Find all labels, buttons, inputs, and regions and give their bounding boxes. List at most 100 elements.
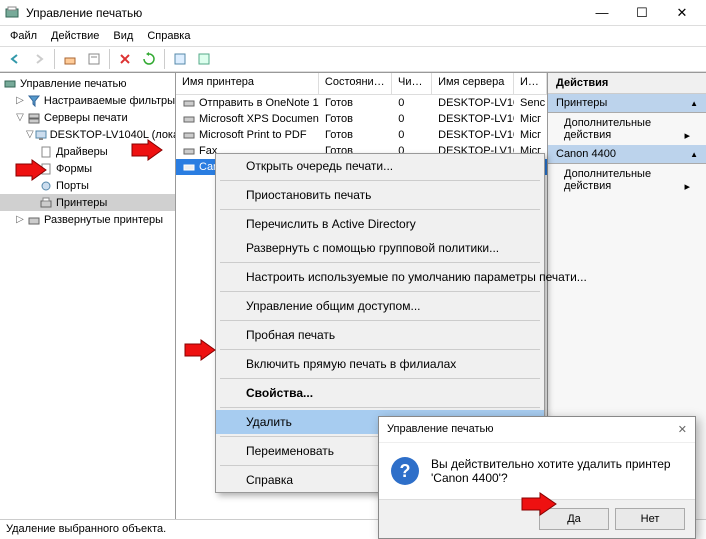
list-header: Имя принтера Состояние оч... Число ... И… (176, 73, 547, 95)
window-title: Управление печатью (26, 6, 582, 20)
tree-deployed-label: Развернутые принтеры (44, 214, 163, 226)
tree-root[interactable]: Управление печатью (0, 75, 175, 92)
expand-icon[interactable]: ▷ (14, 214, 26, 225)
menu-bar: Файл Действие Вид Справка (0, 26, 706, 46)
printer-name: Отправить в OneNote 16 (199, 97, 319, 109)
actions-group-printers[interactable]: Принтеры ▲ (548, 94, 706, 113)
title-bar: Управление печатью — ☐ ✕ (0, 0, 706, 26)
printer-name: Microsoft Print to PDF (199, 129, 307, 141)
printer-icon (182, 128, 196, 142)
actions-group-label: Принтеры (556, 97, 607, 109)
delete-button[interactable] (114, 48, 136, 70)
dialog-titlebar: Управление печатью ✕ (379, 417, 695, 443)
ctx-sharing[interactable]: Управление общим доступом... (216, 294, 544, 318)
printer-server: DESKTOP-LV10... (432, 129, 514, 141)
col-name[interactable]: Имя принтера (176, 73, 319, 94)
ctx-list-ad[interactable]: Перечислить в Active Directory (216, 212, 544, 236)
help-button[interactable] (193, 48, 215, 70)
table-row[interactable]: Отправить в OneNote 16 Готов 0 DESKTOP-L… (176, 95, 547, 111)
printer-drv: Micг (514, 129, 547, 141)
pointer-arrow-icon (14, 158, 50, 182)
question-icon: ? (391, 457, 419, 485)
actions-more[interactable]: Дополнительные действия ▸ (548, 113, 706, 145)
menu-file[interactable]: Файл (4, 28, 43, 44)
minimize-button[interactable]: — (582, 0, 622, 26)
printer-server: DESKTOP-LV10... (432, 97, 514, 109)
pointer-arrow-icon (130, 138, 166, 162)
ctx-defaults[interactable]: Настроить используемые по умолчанию пара… (216, 265, 544, 289)
table-row[interactable]: Microsoft XPS Document Writer Готов 0 DE… (176, 111, 547, 127)
actions-more-2[interactable]: Дополнительные действия ▸ (548, 164, 706, 196)
tree-filters-label: Настраиваемые фильтры (44, 95, 175, 107)
chevron-right-icon: ▸ (684, 180, 690, 193)
printer-icon (182, 96, 196, 110)
col-drv[interactable]: Им... (514, 73, 547, 94)
tree-root-label: Управление печатью (20, 78, 127, 90)
no-button[interactable]: Нет (615, 508, 685, 530)
col-state[interactable]: Состояние оч... (319, 73, 392, 94)
printers-icon (38, 195, 54, 211)
menu-help[interactable]: Справка (141, 28, 196, 44)
ctx-properties[interactable]: Свойства... (216, 381, 544, 405)
printer-mgmt-icon (2, 76, 18, 92)
computer-icon (34, 127, 48, 143)
list-view-button[interactable] (169, 48, 191, 70)
actions-more-label: Дополнительные действия (564, 117, 651, 141)
printer-state: Готов (319, 113, 392, 125)
printer-icon (182, 144, 196, 158)
collapse-icon[interactable]: ▽ (14, 112, 26, 123)
printer-name: Microsoft XPS Document Writer (199, 113, 319, 125)
tree-deployed[interactable]: ▷ Развернутые принтеры (0, 211, 175, 228)
deployed-icon (26, 212, 42, 228)
tree-forms-label: Формы (56, 163, 92, 175)
printer-drv: Micг (514, 113, 547, 125)
printer-icon (182, 112, 196, 126)
close-button[interactable]: ✕ (662, 0, 702, 26)
filter-icon (26, 93, 42, 109)
triangle-up-icon: ▲ (690, 150, 698, 159)
server-icon (26, 110, 42, 126)
refresh-button[interactable] (138, 48, 160, 70)
pointer-arrow-icon (520, 491, 560, 517)
expand-icon[interactable]: ▷ (14, 95, 26, 106)
menu-action[interactable]: Действие (45, 28, 105, 44)
printer-state: Готов (319, 129, 392, 141)
dialog-title: Управление печатью (387, 423, 494, 436)
confirm-dialog: Управление печатью ✕ ? Вы действительно … (378, 416, 696, 539)
forward-button[interactable] (28, 48, 50, 70)
ctx-pause[interactable]: Приостановить печать (216, 183, 544, 207)
pointer-arrow-icon (183, 338, 219, 362)
actions-more-label: Дополнительные действия (564, 168, 651, 192)
printer-state: Готов (319, 97, 392, 109)
tree-filters[interactable]: ▷ Настраиваемые фильтры (0, 92, 175, 109)
col-server[interactable]: Имя сервера (432, 73, 514, 94)
toolbar (0, 46, 706, 72)
properties-button[interactable] (83, 48, 105, 70)
printer-jobs: 0 (392, 113, 432, 125)
ctx-test-page[interactable]: Пробная печать (216, 323, 544, 347)
printer-server: DESKTOP-LV10... (432, 113, 514, 125)
up-button[interactable] (59, 48, 81, 70)
ctx-branch[interactable]: Включить прямую печать в филиалах (216, 352, 544, 376)
collapse-icon[interactable]: ▽ (26, 129, 34, 140)
menu-view[interactable]: Вид (107, 28, 139, 44)
triangle-up-icon: ▲ (690, 99, 698, 108)
col-jobs[interactable]: Число ... (392, 73, 432, 94)
back-button[interactable] (4, 48, 26, 70)
dialog-text: Вы действительно хотите удалить принтер … (431, 457, 683, 485)
tree-printers[interactable]: Принтеры (0, 194, 175, 211)
actions-group-selected[interactable]: Canon 4400 ▲ (548, 145, 706, 164)
printer-icon (182, 160, 196, 174)
tree-servers[interactable]: ▽ Серверы печати (0, 109, 175, 126)
dialog-close-button[interactable]: ✕ (678, 423, 687, 436)
table-row[interactable]: Microsoft Print to PDF Готов 0 DESKTOP-L… (176, 127, 547, 143)
maximize-button[interactable]: ☐ (622, 0, 662, 26)
actions-header: Действия (548, 73, 706, 94)
actions-group-label: Canon 4400 (556, 148, 616, 160)
ctx-gpo[interactable]: Развернуть с помощью групповой политики.… (216, 236, 544, 260)
printer-drv: Senс (514, 97, 547, 109)
printer-jobs: 0 (392, 97, 432, 109)
tree-ports-label: Порты (56, 180, 89, 192)
ctx-open-queue[interactable]: Открыть очередь печати... (216, 154, 544, 178)
printer-jobs: 0 (392, 129, 432, 141)
